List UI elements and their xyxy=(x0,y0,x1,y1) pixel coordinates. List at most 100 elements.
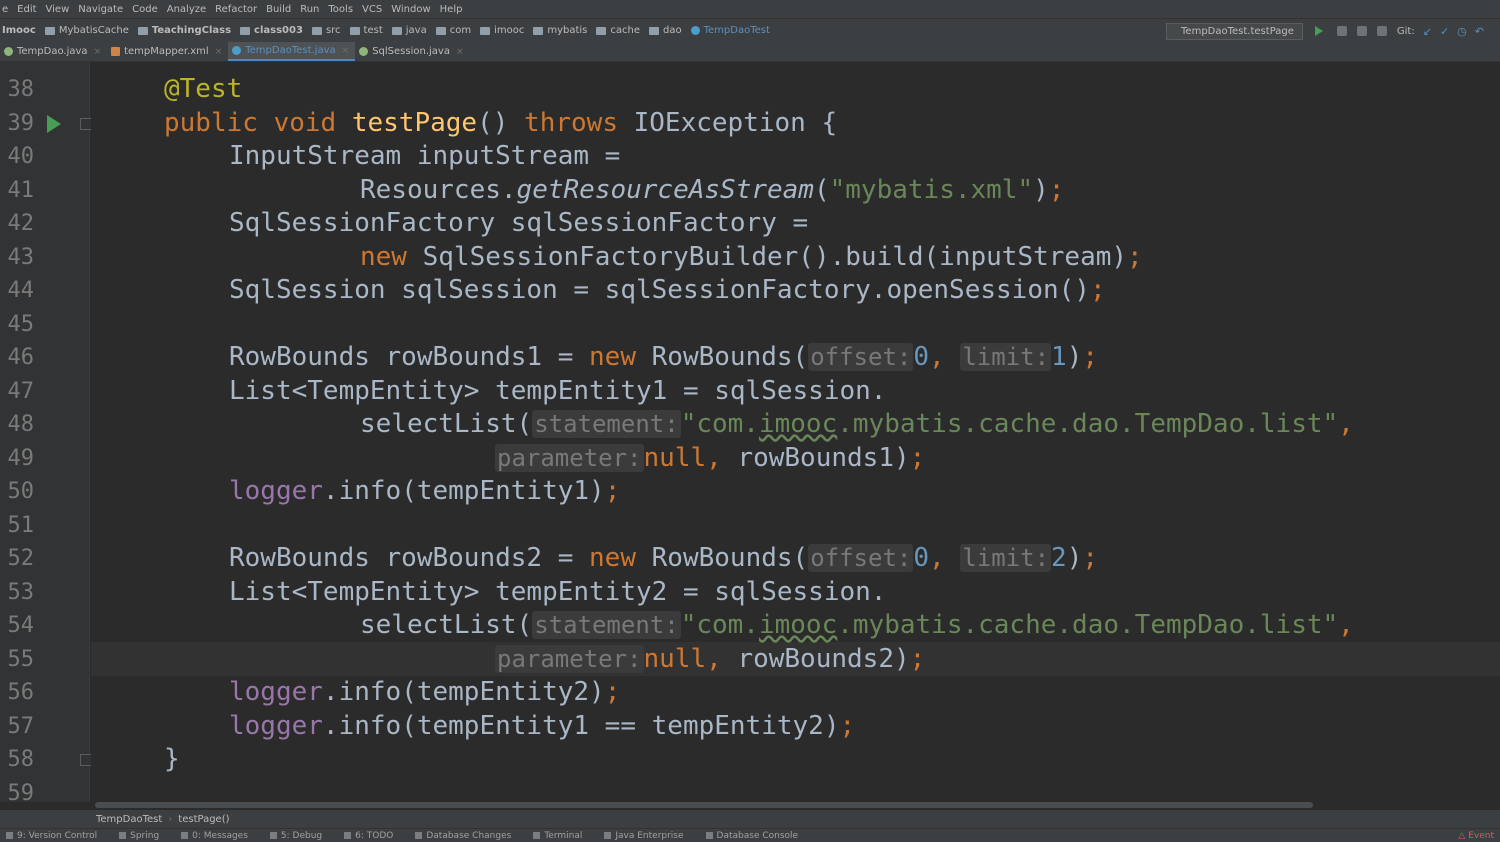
tool-messages[interactable]: 0: Messages xyxy=(181,831,248,841)
debug-icon[interactable] xyxy=(1336,26,1347,36)
tab-tempmapper[interactable]: tempMapper.xml × xyxy=(107,42,228,61)
tool-terminal[interactable]: Terminal xyxy=(533,831,582,841)
tool-todo[interactable]: 6: TODO xyxy=(344,831,393,841)
nav-crumb-cache[interactable]: cache xyxy=(596,25,640,36)
close-icon[interactable]: × xyxy=(342,46,350,56)
breadcrumb-class[interactable]: TempDaoTest xyxy=(96,814,162,825)
code-line: } xyxy=(164,744,180,774)
tab-tempdao[interactable]: TempDao.java × xyxy=(0,42,107,61)
close-icon[interactable]: × xyxy=(456,47,464,57)
code-editor[interactable]: @Test public void testPage() throws IOEx… xyxy=(91,62,1500,802)
line-number: 40 xyxy=(7,144,35,169)
code-breadcrumb: TempDaoTest › testPage() xyxy=(0,810,1500,828)
menu-file[interactable]: e xyxy=(2,4,8,15)
parameter-hint: parameter: xyxy=(495,443,644,472)
code-line: parameter:null, rowBounds1); xyxy=(495,442,926,473)
git-commit-icon[interactable]: ✓ xyxy=(1440,25,1449,38)
line-number: 44 xyxy=(7,278,35,303)
code-line: Resources.getResourceAsStream("mybatis.x… xyxy=(360,174,1065,205)
run-test-icon[interactable] xyxy=(47,115,61,133)
nav-crumb-imooc[interactable]: imooc xyxy=(480,25,524,36)
version-control-icon xyxy=(6,832,13,839)
line-number-gutter[interactable]: 38 39 40 41 42 43 44 45 46 47 48 49 50 5… xyxy=(0,62,94,806)
line-number: 59 xyxy=(7,780,35,806)
git-history-icon[interactable]: ◷ xyxy=(1457,25,1467,38)
test-class-icon xyxy=(690,26,700,35)
nav-crumb-java[interactable]: java xyxy=(391,25,427,36)
nav-crumb-submodule[interactable]: TeachingClass xyxy=(137,25,231,36)
tool-java-enterprise[interactable]: Java Enterprise xyxy=(604,831,684,841)
code-line: @Test xyxy=(164,74,243,104)
tab-tempdaotest[interactable]: TempDaoTest.java × xyxy=(228,42,356,61)
run-configuration-select[interactable]: TempDaoTest.testPage xyxy=(1166,22,1303,40)
breadcrumb-method[interactable]: testPage() xyxy=(178,814,229,825)
event-log[interactable]: △ Event xyxy=(1458,831,1494,841)
nav-crumb-class[interactable]: TempDaoTest xyxy=(690,25,770,36)
nav-crumb-test[interactable]: test xyxy=(349,25,383,36)
tool-database-console[interactable]: Database Console xyxy=(705,831,798,841)
folder-icon xyxy=(391,26,402,35)
debug-icon xyxy=(269,832,277,839)
horizontal-scrollbar[interactable] xyxy=(95,802,1313,808)
menu-vcs[interactable]: VCS xyxy=(362,4,382,15)
menu-view[interactable]: View xyxy=(46,4,70,15)
navigation-bar: Imooc MybatisCache TeachingClass class00… xyxy=(0,18,1500,42)
menu-code[interactable]: Code xyxy=(132,4,158,15)
interface-icon xyxy=(359,47,369,56)
git-revert-icon[interactable]: ↶ xyxy=(1475,25,1484,38)
code-line: parameter:null, rowBounds2); xyxy=(495,643,926,674)
menu-window[interactable]: Window xyxy=(391,4,430,15)
nav-crumb-com[interactable]: com xyxy=(435,25,471,36)
menu-run[interactable]: Run xyxy=(300,4,319,15)
nav-crumb-class003[interactable]: class003 xyxy=(240,25,303,36)
code-line: List<TempEntity> tempEntity2 = sqlSessio… xyxy=(229,576,887,607)
menu-refactor[interactable]: Refactor xyxy=(215,4,257,15)
code-line: selectList(statement:"com.imooc.mybatis.… xyxy=(360,610,1354,640)
code-line: RowBounds rowBounds1 = new RowBounds(off… xyxy=(229,342,1098,372)
menu-analyze[interactable]: Analyze xyxy=(167,4,206,15)
menu-help[interactable]: Help xyxy=(440,4,463,15)
parameter-hint: parameter: xyxy=(495,644,644,673)
code-line: public void testPage() throws IOExceptio… xyxy=(164,107,838,138)
line-number: 46 xyxy=(7,345,35,370)
menu-navigate[interactable]: Navigate xyxy=(78,4,123,15)
folder-icon xyxy=(311,26,322,35)
coverage-icon[interactable] xyxy=(1356,26,1367,36)
xml-file-icon xyxy=(111,47,121,56)
git-update-icon[interactable]: ↙ xyxy=(1423,25,1432,38)
code-line: logger.info(tempEntity1); xyxy=(229,476,621,506)
menu-build[interactable]: Build xyxy=(266,4,291,15)
nav-crumb-mybatis[interactable]: mybatis xyxy=(533,25,587,36)
git-label: Git: xyxy=(1396,25,1415,37)
line-number: 45 xyxy=(7,311,35,337)
code-line: SqlSession sqlSession = sqlSessionFactor… xyxy=(229,275,1106,305)
code-line: logger.info(tempEntity1 == tempEntity2); xyxy=(229,710,856,741)
package-icon xyxy=(649,26,660,35)
tool-version-control[interactable]: 9: Version Control xyxy=(6,831,97,841)
nav-crumb-project[interactable]: Imooc xyxy=(2,25,36,36)
nav-crumb-src[interactable]: src xyxy=(311,25,341,36)
parameter-hint: limit: xyxy=(960,343,1052,371)
run-icon[interactable] xyxy=(1314,26,1323,36)
line-number: 51 xyxy=(7,512,35,538)
parameter-hint: offset: xyxy=(808,343,914,371)
parameter-hint: limit: xyxy=(960,544,1052,572)
tool-debug[interactable]: 5: Debug xyxy=(269,831,322,841)
stop-icon[interactable] xyxy=(1376,26,1387,36)
code-line: logger.info(tempEntity2); xyxy=(229,677,621,707)
parameter-hint: statement: xyxy=(532,410,681,438)
tab-sqlsession[interactable]: SqlSession.java × xyxy=(355,42,469,61)
nav-crumb-dao[interactable]: dao xyxy=(649,25,682,36)
code-line: SqlSessionFactory sqlSessionFactory = xyxy=(229,208,809,238)
line-number: 50 xyxy=(7,479,35,504)
menu-edit[interactable]: Edit xyxy=(17,4,36,15)
line-number: 42 xyxy=(7,211,35,236)
line-number: 47 xyxy=(7,378,35,404)
tool-database-changes[interactable]: Database Changes xyxy=(415,831,511,841)
close-icon[interactable]: × xyxy=(94,47,102,57)
close-icon[interactable]: × xyxy=(215,47,223,57)
nav-crumb-module[interactable]: MybatisCache xyxy=(44,25,129,36)
editor-tabs: TempDao.java × tempMapper.xml × TempDaoTes… xyxy=(0,42,1500,62)
menu-tools[interactable]: Tools xyxy=(328,4,353,15)
tool-spring[interactable]: Spring xyxy=(119,831,159,841)
